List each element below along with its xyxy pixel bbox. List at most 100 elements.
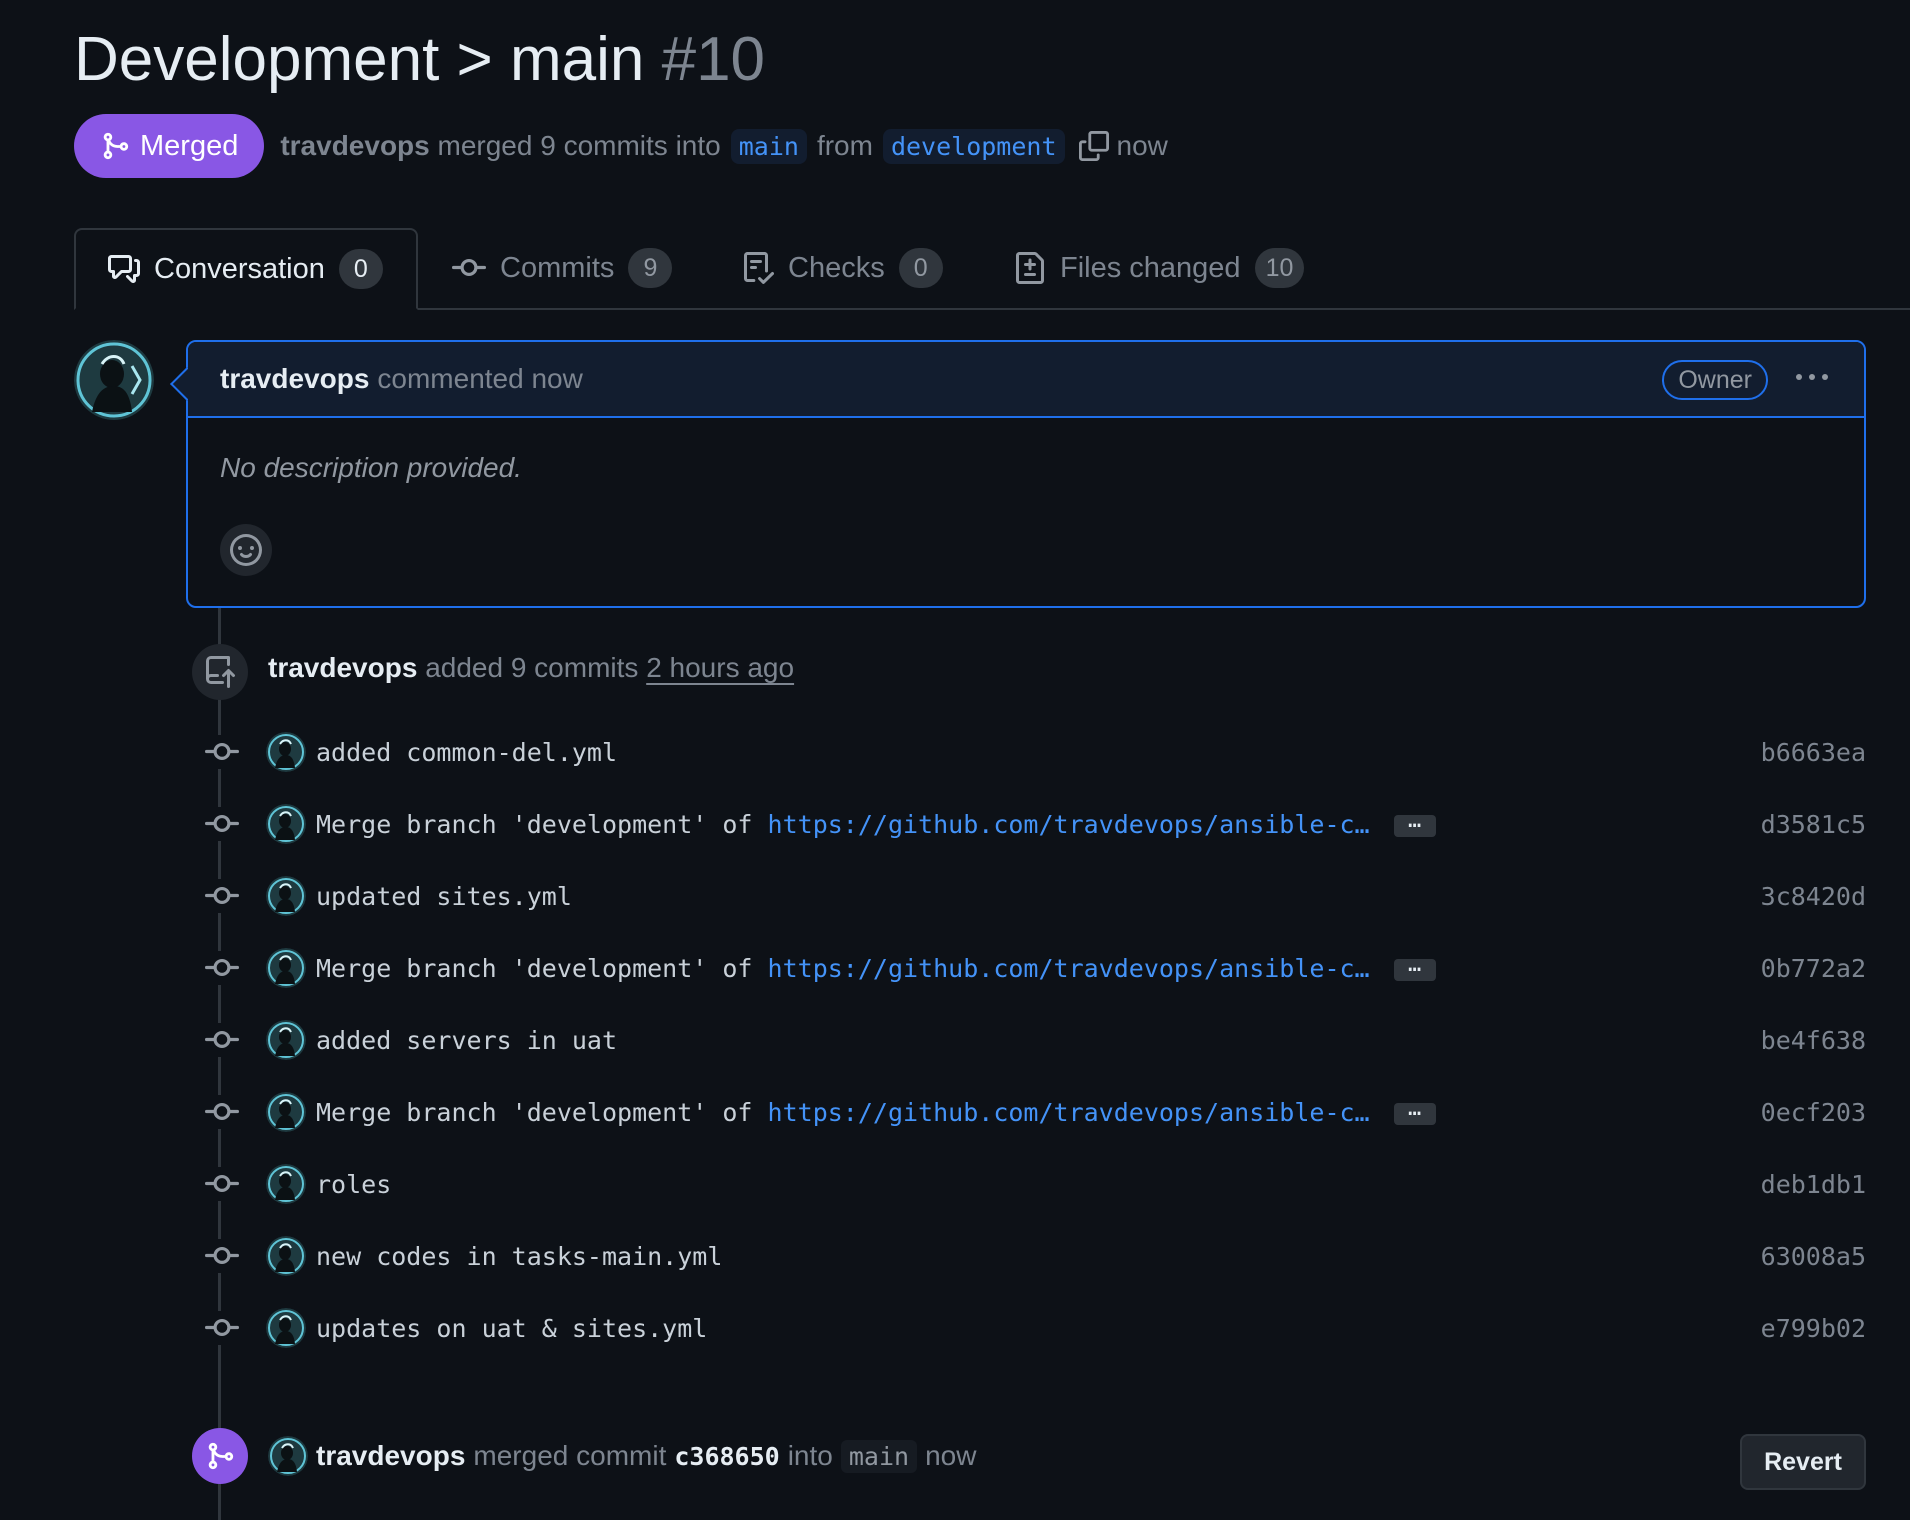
commit-row: Merge branch 'development' of https://gi… xyxy=(200,1090,1866,1134)
tab-conversation-label: Conversation xyxy=(154,252,325,285)
commit-message-link[interactable]: https://github.com/travdevops/ansible-c… xyxy=(768,810,1370,839)
avatar[interactable] xyxy=(266,1164,306,1204)
commit-message-link[interactable]: https://github.com/travdevops/ansible-c… xyxy=(768,1098,1370,1127)
avatar[interactable] xyxy=(74,340,154,420)
tab-files-changed-label: Files changed xyxy=(1060,251,1241,284)
merge-time: now xyxy=(1116,130,1168,161)
merge-event-text: travdevops merged commit c368650 into ma… xyxy=(268,1436,976,1476)
merger-link[interactable]: travdevops xyxy=(280,130,429,162)
tab-checks-count: 0 xyxy=(898,248,943,288)
revert-button[interactable]: Revert xyxy=(1740,1434,1866,1490)
tab-commits-count: 9 xyxy=(628,248,673,288)
file-diff-icon xyxy=(1016,252,1044,284)
commit-message[interactable]: Merge branch 'development' of https://gi… xyxy=(316,1097,1436,1127)
commit-row: roles deb1db1 xyxy=(200,1162,1866,1206)
comment-discussion-icon xyxy=(108,255,140,283)
avatar[interactable] xyxy=(266,948,306,988)
pr-title: Development > main xyxy=(74,25,645,94)
comment-header: travdevops commented now Owner xyxy=(188,342,1864,418)
comment-box: travdevops commented now Owner No descri… xyxy=(170,340,1866,608)
commit-row: new codes in tasks-main.yml 63008a5 xyxy=(200,1234,1866,1278)
git-commit-icon xyxy=(200,1311,244,1345)
commit-sha[interactable]: 3c8420d xyxy=(1761,882,1866,911)
commit-sha[interactable]: 0ecf203 xyxy=(1761,1098,1866,1127)
commit-row: added servers in uat be4f638 xyxy=(200,1018,1866,1062)
page-title: Development > main #10 xyxy=(74,22,765,98)
tab-conversation-count: 0 xyxy=(338,249,383,289)
commit-message-text[interactable]: Merge branch 'development' of xyxy=(316,1098,768,1127)
git-commit-icon xyxy=(200,1023,244,1057)
git-commit-icon xyxy=(200,1239,244,1273)
merge-author[interactable]: travdevops xyxy=(316,1440,465,1472)
avatar[interactable] xyxy=(266,732,306,772)
tab-files-changed-count: 10 xyxy=(1254,248,1305,288)
commit-sha[interactable]: e799b02 xyxy=(1761,1314,1866,1343)
merged-text: merged 9 commits into xyxy=(437,130,721,161)
merge-commit-sha[interactable]: c368650 xyxy=(674,1442,779,1471)
git-commit-icon xyxy=(200,1167,244,1201)
commit-message-text[interactable]: added common-del.yml xyxy=(316,738,617,767)
push-action: added 9 commits xyxy=(425,652,639,683)
commit-message-text[interactable]: new codes in tasks-main.yml xyxy=(316,1242,722,1271)
commit-row: updated sites.yml 3c8420d xyxy=(200,874,1866,918)
copy-icon[interactable] xyxy=(1078,131,1109,161)
smiley-icon[interactable] xyxy=(220,524,272,576)
git-commit-icon xyxy=(200,1095,244,1129)
comment-action: commented now xyxy=(377,363,583,394)
avatar[interactable] xyxy=(266,1308,306,1348)
base-branch[interactable]: main xyxy=(730,128,807,164)
push-time[interactable]: 2 hours ago xyxy=(646,652,794,683)
avatar[interactable] xyxy=(268,1436,308,1476)
kebab-horizontal-icon[interactable] xyxy=(1794,360,1830,394)
commit-sha[interactable]: 63008a5 xyxy=(1761,1242,1866,1271)
avatar[interactable] xyxy=(266,804,306,844)
tab-conversation[interactable]: Conversation 0 xyxy=(74,228,418,310)
tab-files-changed[interactable]: Files changed 10 xyxy=(1014,228,1305,308)
tab-checks[interactable]: Checks 0 xyxy=(742,228,943,308)
expand-message-button[interactable]: … xyxy=(1393,809,1436,837)
owner-badge: Owner xyxy=(1662,360,1768,400)
git-commit-icon xyxy=(200,807,244,841)
commit-sha[interactable]: 0b772a2 xyxy=(1761,954,1866,983)
commit-message[interactable]: new codes in tasks-main.yml xyxy=(316,1242,722,1271)
tab-commits[interactable]: Commits 9 xyxy=(452,228,673,308)
expand-message-button[interactable]: … xyxy=(1393,953,1436,981)
avatar[interactable] xyxy=(266,1020,306,1060)
git-merge-event-icon xyxy=(192,1428,248,1484)
commit-message[interactable]: updated sites.yml xyxy=(316,882,572,911)
git-commit-icon xyxy=(452,258,486,276)
commit-sha[interactable]: be4f638 xyxy=(1761,1026,1866,1055)
comment-body: No description provided. xyxy=(220,452,522,483)
avatar[interactable] xyxy=(266,1092,306,1132)
checklist-icon xyxy=(744,252,774,284)
commit-sha[interactable]: b6663ea xyxy=(1761,738,1866,767)
commit-message-text[interactable]: added servers in uat xyxy=(316,1026,617,1055)
tab-checks-label: Checks xyxy=(788,251,885,284)
commit-message-text[interactable]: updates on uat & sites.yml xyxy=(316,1314,707,1343)
head-branch[interactable]: development xyxy=(882,128,1065,164)
avatar[interactable] xyxy=(266,876,306,916)
commit-message-text[interactable]: updated sites.yml xyxy=(316,882,572,911)
expand-message-button[interactable]: … xyxy=(1393,1097,1436,1125)
push-author[interactable]: travdevops xyxy=(268,652,417,683)
git-commit-icon xyxy=(200,879,244,913)
commit-message[interactable]: Merge branch 'development' of https://gi… xyxy=(316,953,1436,983)
commit-message[interactable]: Merge branch 'development' of https://gi… xyxy=(316,809,1436,839)
commit-message[interactable]: added servers in uat xyxy=(316,1026,617,1055)
git-merge-icon xyxy=(103,132,129,160)
commit-message-text[interactable]: Merge branch 'development' of xyxy=(316,810,768,839)
commit-row: added common-del.yml b6663ea xyxy=(200,730,1866,774)
commit-message-link[interactable]: https://github.com/travdevops/ansible-c… xyxy=(768,954,1370,983)
comment-author[interactable]: travdevops xyxy=(220,363,369,395)
commit-sha[interactable]: deb1db1 xyxy=(1761,1170,1866,1199)
commit-message-text[interactable]: roles xyxy=(316,1170,391,1199)
merge-target-branch[interactable]: main xyxy=(840,1439,918,1473)
commit-message-text[interactable]: Merge branch 'development' of xyxy=(316,954,768,983)
commit-message[interactable]: added common-del.yml xyxy=(316,738,617,767)
pr-tabs: Conversation 0 Commits 9 Checks 0 Files … xyxy=(74,228,1910,310)
commit-row: updates on uat & sites.yml e799b02 xyxy=(200,1306,1866,1350)
commit-sha[interactable]: d3581c5 xyxy=(1761,810,1866,839)
commit-message[interactable]: roles xyxy=(316,1170,391,1199)
commit-message[interactable]: updates on uat & sites.yml xyxy=(316,1314,707,1343)
avatar[interactable] xyxy=(266,1236,306,1276)
